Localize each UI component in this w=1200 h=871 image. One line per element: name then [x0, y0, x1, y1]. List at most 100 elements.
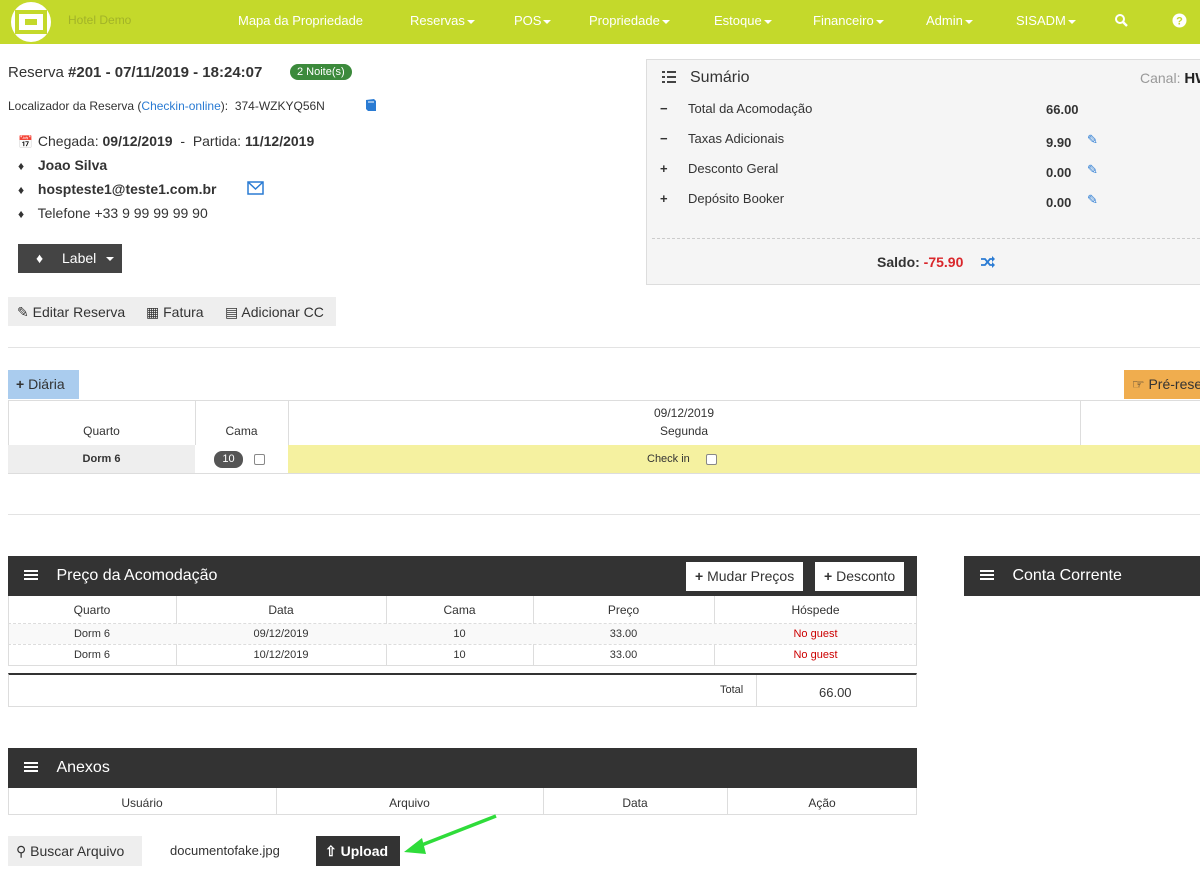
nav-sisadm[interactable]: SISADM: [1016, 13, 1076, 28]
cell-bed: 10: [453, 628, 466, 640]
caret-down-icon: [1067, 19, 1076, 24]
hotel-logo[interactable]: [11, 2, 51, 42]
balance-label: Saldo:: [877, 254, 924, 270]
row-divider: [8, 644, 917, 645]
plus-icon: +: [660, 161, 668, 176]
price-panel-title: Preço da Acomodação: [56, 567, 218, 584]
pre-reservation-label: Pré-rese: [1148, 376, 1200, 392]
col-header: Usuário: [121, 796, 163, 810]
checkout-label: Partida:: [192, 133, 245, 149]
room-cell: Dorm 6: [8, 445, 195, 473]
channel-value: HW: [1184, 70, 1200, 87]
label-dropdown-button[interactable]: ♦ Label: [18, 244, 122, 273]
edit-deposit-icon[interactable]: ✎: [1087, 192, 1098, 208]
summary-row-label: Total da Acomodação: [688, 101, 813, 116]
guest-phone: Telefone +33 9 99 99 99 90: [37, 205, 208, 221]
nav-admin[interactable]: Admin: [926, 13, 973, 28]
section-divider: [8, 347, 1200, 348]
attachments-header: Anexos: [8, 748, 917, 788]
bed-badge: 10: [214, 451, 243, 468]
checkin-online-link[interactable]: Checkin-online: [141, 99, 220, 113]
col-header-bed: Cama: [225, 424, 258, 438]
add-cc-label: Adicionar CC: [241, 304, 324, 320]
svg-text:?: ?: [1176, 16, 1183, 28]
summary-row: + Depósito Booker: [660, 191, 784, 206]
summary-row: + Desconto Geral: [660, 161, 778, 176]
nav-reservas[interactable]: Reservas: [410, 13, 475, 28]
edit-discount-icon[interactable]: ✎: [1087, 162, 1098, 178]
total-label: Total: [720, 684, 744, 696]
cell-date: 09/12/2019: [253, 628, 309, 640]
edit-label: Editar Reserva: [32, 304, 126, 320]
nights-badge: 2 Noite(s): [290, 64, 352, 80]
summary-row-value: 9.90: [1046, 135, 1072, 150]
grid-line: [8, 400, 1200, 401]
summary-row: − Total da Acomodação: [660, 101, 812, 116]
caret-down-icon: [466, 19, 475, 24]
pre-reservation-button[interactable]: ☞ Pré-rese: [1124, 370, 1200, 399]
date-separator: -: [172, 133, 193, 149]
brand-name[interactable]: Hotel Demo: [68, 13, 131, 27]
caret-down-icon: [106, 257, 115, 262]
summary-row-value: 0.00: [1046, 165, 1072, 180]
upload-button[interactable]: ⇧ Upload: [316, 836, 400, 866]
cell-bed: 10: [453, 649, 466, 661]
cell-guest: No guest: [793, 628, 838, 640]
list-icon: [24, 570, 38, 582]
caret-down-icon: [661, 19, 670, 24]
arrow-up-icon: ⇧: [325, 843, 337, 859]
change-prices-label: Mudar Preços: [707, 568, 795, 584]
checkin-checkbox[interactable]: [706, 454, 717, 465]
nav-estoque[interactable]: Estoque: [714, 13, 772, 28]
summary-row: − Taxas Adicionais: [660, 131, 784, 146]
col-header: Hóspede: [791, 603, 840, 617]
tag-icon: ♦: [36, 250, 44, 266]
title-main: #201 - 07/11/2019 - 18:24:07: [68, 64, 263, 81]
total-row: [8, 673, 917, 707]
cell-guest: No guest: [793, 649, 838, 661]
nav-pos[interactable]: POS: [514, 13, 552, 28]
checkin-status: Check in: [647, 453, 690, 465]
caret-down-icon: [964, 19, 973, 24]
nav-mapa[interactable]: Mapa da Propriedade: [238, 13, 363, 28]
add-daily-button[interactable]: + Diária: [8, 370, 79, 399]
nav-label: SISADM: [1016, 13, 1066, 28]
envelope-icon[interactable]: [247, 181, 264, 198]
invoice-button[interactable]: ▦ Fatura: [146, 304, 204, 321]
browse-file-button[interactable]: ⚲ Buscar Arquivo: [8, 836, 142, 866]
summary-divider: [652, 238, 1200, 239]
summary-row-label: Depósito Booker: [688, 191, 785, 206]
title-prefix: Reserva: [8, 64, 69, 81]
search-icon[interactable]: [1114, 13, 1128, 30]
edit-fees-icon[interactable]: ✎: [1087, 132, 1098, 148]
bed-checkbox[interactable]: [254, 454, 265, 465]
discount-button[interactable]: + Desconto: [815, 562, 905, 591]
channel-info: Canal: HW: [1140, 70, 1200, 87]
edit-reservation-button[interactable]: ✎ Editar Reserva: [17, 304, 125, 321]
minus-icon: −: [660, 101, 668, 116]
selected-filename: documentofake.jpg: [170, 843, 280, 858]
add-card-button[interactable]: ▤ Adicionar CC: [225, 304, 324, 321]
nav-propriedade[interactable]: Propriedade: [589, 13, 670, 28]
col-header: Quarto: [73, 603, 111, 617]
help-icon[interactable]: ?: [1172, 13, 1187, 31]
change-prices-button[interactable]: + Mudar Preços: [686, 562, 804, 591]
nav-label: Reservas: [410, 13, 465, 28]
tags-icon: ♦: [18, 159, 25, 173]
col-header: Preço: [607, 603, 640, 617]
checkout-date: 11/12/2019: [244, 133, 315, 149]
summary-row-value: 66.00: [1046, 102, 1079, 117]
shuffle-icon[interactable]: [980, 256, 995, 271]
account-panel-header: Conta Corrente: [964, 556, 1200, 596]
balance-value: -75.90: [923, 254, 964, 270]
book-icon[interactable]: [364, 98, 378, 115]
phone-row: ♦ Telefone +33 9 99 99 99 90: [18, 205, 208, 221]
upload-label: Upload: [340, 843, 389, 859]
list-icon: [662, 71, 676, 86]
channel-label: Canal:: [1140, 70, 1185, 86]
col-header-room: Quarto: [83, 424, 120, 438]
guest-row: ♦ Joao Silva: [18, 157, 107, 173]
list-icon: [980, 570, 994, 582]
nav-financeiro[interactable]: Financeiro: [813, 13, 884, 28]
hand-icon: ☞: [1132, 376, 1145, 392]
